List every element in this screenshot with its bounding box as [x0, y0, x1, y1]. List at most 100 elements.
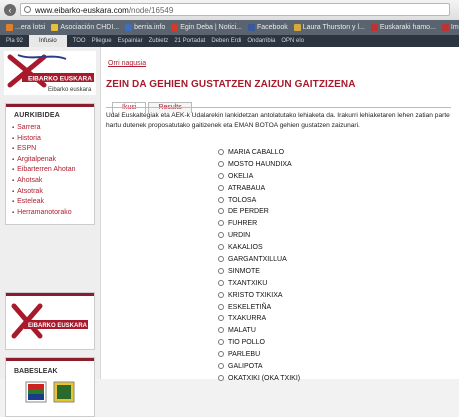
breadcrumb-home-link[interactable]: Orri nagusia [108, 60, 146, 67]
url-path: /node/16549 [128, 6, 174, 15]
poll-option[interactable]: ESKELETIÑA [218, 302, 300, 314]
url-host: www.eibarko-euskara.com [35, 6, 129, 15]
radio-button[interactable] [218, 327, 224, 334]
browser-tab[interactable]: Espainiar [118, 35, 143, 47]
logo-text: EIBARKO EUSKARA [28, 76, 92, 83]
radio-button[interactable] [218, 303, 224, 310]
radio-button[interactable] [218, 363, 224, 370]
radio-button[interactable] [218, 184, 224, 191]
bookmark-item[interactable]: Impricat ne [441, 20, 459, 35]
partner-logos[interactable] [24, 380, 84, 404]
poll-option-label: GARGANTXILLUA [228, 256, 287, 264]
radio-button[interactable] [218, 374, 224, 381]
poll-option[interactable]: URDIN [218, 230, 300, 242]
browser-tab[interactable]: Ondarribia [247, 35, 275, 47]
partner-logo-2-inner [57, 385, 71, 399]
main-content: Orri nagusia ZEIN DA GEHIEN GUSTATZEN ZA… [100, 47, 459, 382]
bookmark-item[interactable]: Asociación CHDI... [51, 20, 119, 35]
radio-button[interactable] [218, 351, 224, 358]
bookmark-label: Euskaraki hamo... [379, 24, 436, 31]
poll-option[interactable]: ATRABAUA [218, 183, 300, 195]
poll-option[interactable]: DE PERDER [218, 206, 300, 218]
poll-option-label: DE PERDER [228, 208, 269, 216]
browser-tab[interactable]: OPN elo [281, 35, 304, 47]
radio-button[interactable] [218, 232, 224, 239]
bookmarks-bar: ...era lotsi Asociación CHDI... berria.inf… [0, 20, 459, 35]
browser-tab[interactable]: Pla 92 [6, 35, 23, 47]
poll-option[interactable]: TOLOSA [218, 195, 300, 207]
radio-button[interactable] [218, 208, 224, 215]
poll-option-label: KRISTO TXIKIXA [228, 291, 283, 299]
radio-button[interactable] [218, 172, 224, 179]
bookmark-item[interactable]: ...era lotsi [6, 20, 45, 35]
bookmark-item[interactable]: Egin Deba | Notici... [171, 20, 242, 35]
browser-tab[interactable]: TOO [73, 35, 86, 47]
radio-button[interactable] [218, 315, 224, 322]
bookmark-label: Egin Deba | Notici... [180, 24, 242, 31]
partner-logo-1-stripe-blue [28, 394, 44, 400]
sidebar-menu-item[interactable]: Historia [12, 134, 94, 145]
url-input[interactable]: www.eibarko-euskara.com/node/16549 [20, 3, 450, 16]
sidebar-menu-item[interactable]: Sarrera [12, 123, 94, 134]
poll-option-label: TOLOSA [228, 196, 257, 204]
radio-button[interactable] [218, 256, 224, 263]
poll-option[interactable]: MARIA CABALLO [218, 147, 300, 159]
browser-tab[interactable]: Pliegue [92, 35, 112, 47]
poll-option[interactable]: MALATU [218, 325, 300, 337]
bookmark-item[interactable]: Euskaraki hamo... [370, 20, 436, 35]
poll-option[interactable]: KRISTO TXIKIXA [218, 290, 300, 302]
radio-button[interactable] [218, 160, 224, 167]
poll-option[interactable]: GALIPOTA [218, 361, 300, 373]
poll-option-label: GALIPOTA [228, 363, 263, 371]
browser-tab[interactable]: Deben Erdi [211, 35, 241, 47]
poll-option-label: KAKALIOS [228, 244, 263, 252]
sidebar-menu-item[interactable]: Eibarterren Ahotan [12, 165, 94, 176]
poll-option[interactable]: TXAKURRA [218, 313, 300, 325]
poll-option[interactable]: MOSTO HAUNDIXA [218, 159, 300, 171]
poll-option[interactable]: SINMOTE [218, 266, 300, 278]
banner-logo[interactable]: EIBARKO EUSKARA [6, 296, 94, 348]
radio-button[interactable] [218, 267, 224, 274]
poll-option[interactable]: TXANTXIKU [218, 278, 300, 290]
bookmark-item[interactable]: Facebook [248, 20, 288, 35]
menu-box: AURKIBIDEA SarreraHistoriaESPNArgitalpen… [5, 103, 95, 226]
poll-option[interactable]: KAKALIOS [218, 242, 300, 254]
bookmark-label: ...era lotsi [15, 24, 46, 31]
browser-tab[interactable]: 21 Portadat [174, 35, 205, 47]
poll-option-label: SINMOTE [228, 267, 260, 275]
site-logo[interactable]: EIBARKO EUSKARA Eibarko euskara [4, 51, 96, 95]
poll-option[interactable]: TIO POLLO [218, 337, 300, 349]
back-icon[interactable]: ‹ [4, 4, 16, 16]
sidebar-menu-item[interactable]: ESPN [12, 144, 94, 155]
sidebar: EIBARKO EUSKARA Eibarko euskara AURKIBID… [0, 47, 101, 417]
sidebar-menu-item[interactable]: Ahotsak [12, 176, 94, 187]
bookmark-label: Asociación CHDI... [60, 24, 120, 31]
radio-button[interactable] [218, 220, 224, 227]
sidebar-menu-item[interactable]: Argitalpenak [12, 155, 94, 166]
radio-button[interactable] [218, 291, 224, 298]
bookmark-favicon-icon [6, 23, 13, 31]
radio-button[interactable] [218, 196, 224, 203]
sidebar-menu-item[interactable]: Herramanotorako [12, 208, 94, 219]
browser-tab[interactable]: Infusio [29, 35, 67, 47]
radio-button[interactable] [218, 339, 224, 346]
bookmark-label: berria.info [134, 24, 166, 31]
radio-button[interactable] [218, 149, 224, 155]
bookmark-favicon-icon [125, 23, 133, 31]
poll-option[interactable]: FUHRER [218, 218, 300, 230]
menu-accent-bar [6, 104, 94, 107]
browser-tab[interactable]: Zubietz [149, 35, 169, 47]
partner-logo-1-stripe-red [28, 384, 44, 389]
poll-option[interactable]: PARLEBU [218, 349, 300, 361]
radio-button[interactable] [218, 244, 224, 251]
bookmark-item[interactable]: Laura Thurston y l... [293, 20, 365, 35]
bookmark-item[interactable]: berria.info [125, 20, 165, 35]
partners-box: BABESLEAK [5, 357, 95, 417]
address-bar-area: ‹ www.eibarko-euskara.com/node/16549 [0, 0, 459, 21]
poll-option[interactable]: GARGANTXILLUA [218, 254, 300, 266]
radio-button[interactable] [218, 279, 224, 286]
poll-option[interactable]: OKELIA [218, 171, 300, 183]
poll-option-label: URDIN [228, 232, 251, 240]
sidebar-menu-item[interactable]: Esteleak [12, 197, 94, 208]
sidebar-menu-item[interactable]: Atsotrak [12, 187, 94, 198]
